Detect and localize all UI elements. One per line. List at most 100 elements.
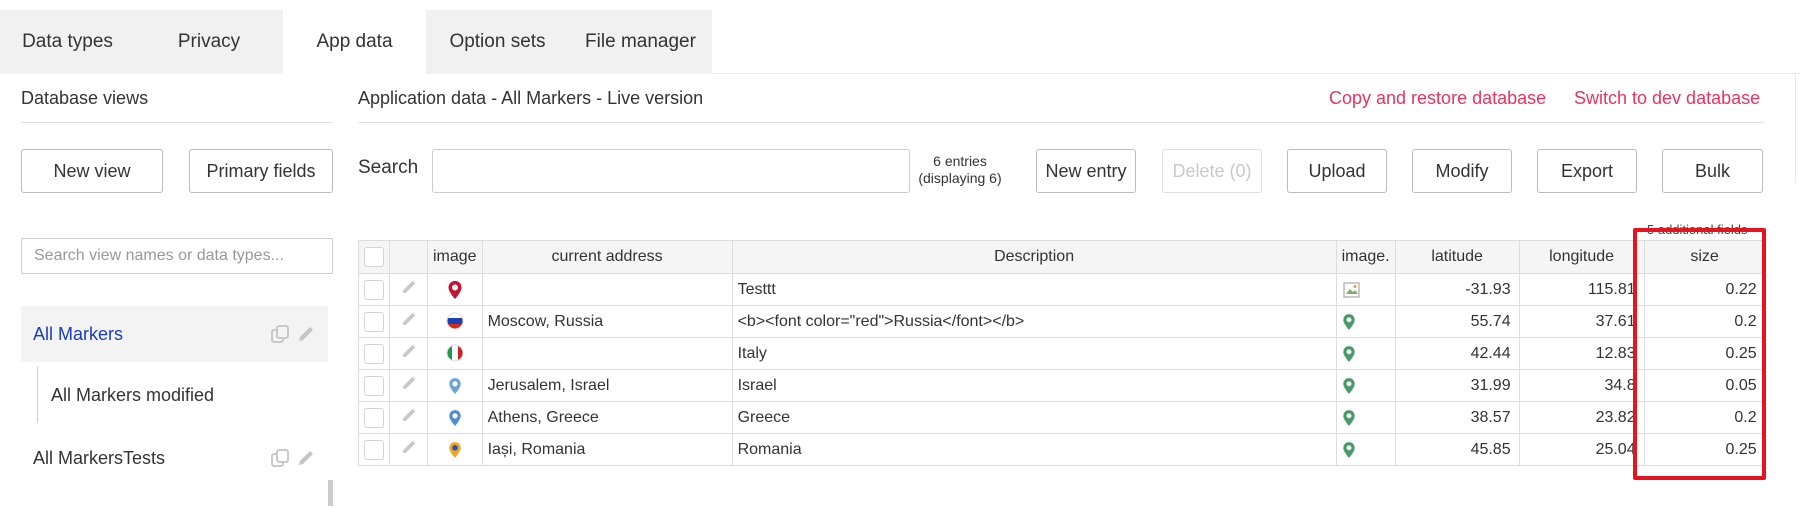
table-row[interactable]: Moscow, Russia <b><font color="red">Russ…: [358, 305, 1766, 338]
green-pin-icon: [1342, 441, 1355, 458]
row-checkbox[interactable]: [364, 375, 384, 396]
tab-file-manager[interactable]: File manager: [569, 10, 712, 74]
pencil-icon[interactable]: [296, 448, 316, 468]
longitude-cell: 37.61: [1518, 305, 1645, 338]
search-label: Search: [358, 157, 419, 178]
primary-fields-button[interactable]: Primary fields: [189, 149, 333, 193]
tab-privacy[interactable]: Privacy: [135, 10, 283, 74]
pencil-icon[interactable]: [400, 278, 418, 296]
tab-data-types[interactable]: Data types: [0, 10, 135, 74]
address-cell: Moscow, Russia: [481, 305, 733, 338]
table-row[interactable]: Testtt -31.93 115.81 0.22: [358, 273, 1766, 306]
tab-app-data[interactable]: App data: [283, 10, 426, 74]
pencil-icon[interactable]: [400, 374, 418, 392]
gold-pin-icon: [449, 441, 461, 458]
size-cell: 0.22: [1643, 273, 1766, 306]
description-cell: Israel: [731, 369, 1337, 402]
table-row[interactable]: Italy 42.44 12.83 0.25: [358, 337, 1766, 370]
longitude-cell: 25.04: [1518, 433, 1645, 466]
russia-flag-icon: [446, 312, 464, 330]
row-checkbox[interactable]: [364, 311, 384, 332]
address-cell: Jerusalem, Israel: [481, 369, 733, 402]
divider: [712, 73, 1800, 74]
view-item-label: All MarkersTests: [33, 447, 166, 468]
latitude-cell: 31.99: [1394, 369, 1520, 402]
additional-fields-link[interactable]: 5 additional fields: [1647, 222, 1747, 237]
pencil-icon[interactable]: [400, 406, 418, 424]
latitude-cell: 42.44: [1394, 337, 1520, 370]
column-header-size[interactable]: size: [1643, 240, 1766, 274]
column-header-longitude[interactable]: longitude: [1518, 240, 1645, 274]
tab-option-sets[interactable]: Option sets: [426, 10, 569, 74]
upload-button[interactable]: Upload: [1287, 149, 1387, 193]
row-select-cell: [358, 433, 390, 466]
copy-icon[interactable]: [270, 448, 290, 468]
row-checkbox[interactable]: [364, 439, 384, 460]
longitude-cell: 23.82: [1518, 401, 1645, 434]
row-select-cell: [358, 273, 390, 306]
description-cell: Testtt: [731, 273, 1337, 306]
search-input[interactable]: [432, 149, 910, 193]
green-pin-icon: [1342, 313, 1355, 330]
broken-image-icon: [1343, 282, 1360, 297]
description-cell: <b><font color="red">Russia</font></b>: [731, 305, 1337, 338]
pencil-icon[interactable]: [400, 342, 418, 360]
divider: [358, 122, 1764, 123]
new-entry-button[interactable]: New entry: [1036, 149, 1136, 193]
description-cell: Romania: [731, 433, 1337, 466]
view-item-all-markers-modified[interactable]: All Markers modified: [37, 367, 327, 423]
new-view-button[interactable]: New view: [21, 149, 163, 193]
row-checkbox[interactable]: [364, 279, 384, 300]
row-checkbox[interactable]: [364, 343, 384, 364]
size-cell: 0.25: [1643, 433, 1766, 466]
bulk-button[interactable]: Bulk: [1662, 149, 1763, 193]
copy-icon[interactable]: [270, 324, 290, 344]
row-edit-cell: [389, 369, 428, 402]
address-cell: Athens, Greece: [481, 401, 733, 434]
size-cell: 0.25: [1643, 337, 1766, 370]
row-select-cell: [358, 369, 390, 402]
pencil-icon[interactable]: [296, 324, 316, 344]
pencil-icon[interactable]: [400, 310, 418, 328]
view-item-all-markers[interactable]: All Markers: [21, 306, 328, 362]
table-row[interactable]: Iași, Romania Romania 45.85 25.04 0.25: [358, 433, 1766, 466]
column-header-image[interactable]: image: [427, 240, 483, 274]
image-cell: [427, 433, 483, 466]
row-edit-cell: [389, 273, 428, 306]
modify-button[interactable]: Modify: [1412, 149, 1512, 193]
image2-cell: [1335, 273, 1396, 306]
table-row[interactable]: Jerusalem, Israel Israel 31.99 34.8 0.05: [358, 369, 1766, 402]
longitude-cell: 34.8: [1518, 369, 1645, 402]
row-select-cell: [358, 305, 390, 338]
image2-cell: [1335, 337, 1396, 370]
column-header-current-address[interactable]: current address: [481, 240, 733, 274]
view-item-actions: [270, 448, 316, 468]
red-pin-icon: [448, 280, 462, 299]
image2-cell: [1335, 305, 1396, 338]
export-button[interactable]: Export: [1537, 149, 1637, 193]
copy-restore-database-link[interactable]: Copy and restore database: [1329, 88, 1546, 109]
column-header-latitude[interactable]: latitude: [1394, 240, 1520, 274]
delete-button[interactable]: Delete (0): [1162, 149, 1262, 193]
latitude-cell: 55.74: [1394, 305, 1520, 338]
column-header-description[interactable]: Description: [731, 240, 1337, 274]
pencil-icon[interactable]: [400, 438, 418, 456]
row-select-cell: [358, 401, 390, 434]
select-all-checkbox[interactable]: [364, 247, 384, 267]
tab-bar: Data types Privacy App data Option sets …: [0, 10, 712, 74]
column-header-image-2[interactable]: image.: [1335, 240, 1396, 274]
address-cell: [481, 273, 733, 306]
table-row[interactable]: Athens, Greece Greece 38.57 23.82 0.2: [358, 401, 1766, 434]
image-cell: [427, 337, 483, 370]
row-select-cell: [358, 337, 390, 370]
switch-dev-database-link[interactable]: Switch to dev database: [1574, 88, 1760, 109]
scrollbar[interactable]: [328, 480, 333, 506]
latitude-cell: 45.85: [1394, 433, 1520, 466]
entries-count-text: 6 entries: [933, 153, 987, 169]
view-item-all-markerstests[interactable]: All MarkersTests: [21, 430, 328, 486]
image2-cell: [1335, 369, 1396, 402]
view-item-label: All Markers modified: [51, 384, 215, 405]
view-search-input[interactable]: [21, 238, 333, 274]
view-item-actions: [270, 324, 316, 344]
row-checkbox[interactable]: [364, 407, 384, 428]
